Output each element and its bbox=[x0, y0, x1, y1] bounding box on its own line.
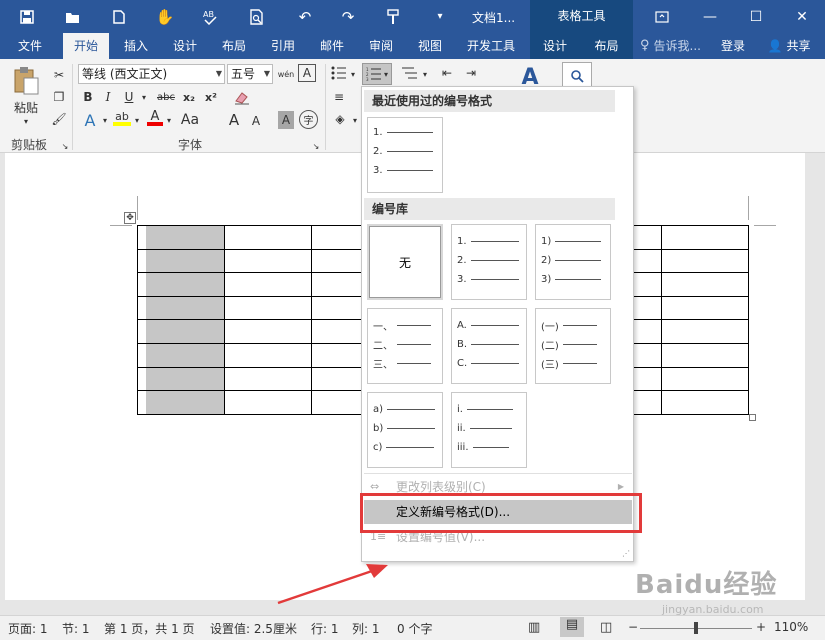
zoom-level[interactable]: 110% bbox=[774, 620, 808, 634]
web-layout-icon[interactable]: ◫ bbox=[600, 620, 612, 635]
status-section[interactable]: 节: 1 bbox=[62, 620, 90, 637]
zoom-in-icon[interactable]: + bbox=[756, 620, 766, 634]
watermark-logo: Baidu经验 bbox=[635, 570, 778, 600]
status-line[interactable]: 行: 1 bbox=[311, 620, 339, 637]
status-page[interactable]: 页面: 1 bbox=[8, 620, 48, 637]
print-layout-icon[interactable]: ▤ bbox=[560, 617, 584, 637]
zoom-slider-thumb[interactable] bbox=[694, 622, 698, 634]
status-column[interactable]: 列: 1 bbox=[352, 620, 380, 637]
status-word-count[interactable]: 0 个字 bbox=[397, 620, 432, 637]
read-mode-icon[interactable]: ▥ bbox=[528, 620, 540, 635]
status-position[interactable]: 设置值: 2.5厘米 bbox=[210, 620, 297, 637]
zoom-out-icon[interactable]: − bbox=[628, 620, 638, 634]
status-page-count[interactable]: 第 1 页，共 1 页 bbox=[104, 620, 195, 637]
status-bar: 页面: 1 节: 1 第 1 页，共 1 页 设置值: 2.5厘米 行: 1 列… bbox=[0, 615, 825, 640]
annotation-arrow-icon bbox=[277, 564, 388, 605]
